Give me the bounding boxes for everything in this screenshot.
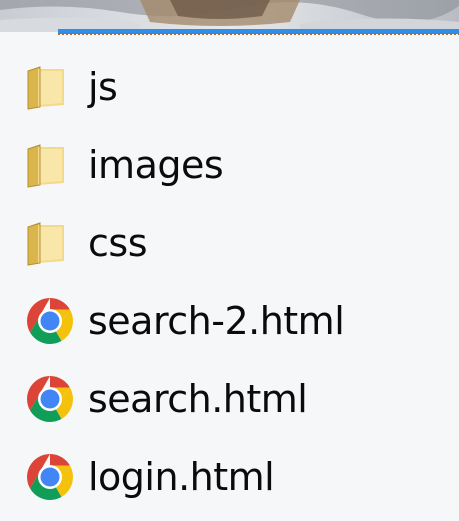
chrome-icon (22, 371, 78, 427)
chrome-icon (22, 293, 78, 349)
folder-icon (22, 215, 78, 271)
chrome-icon (22, 449, 78, 505)
file-name: search-2.html (88, 299, 345, 343)
file-item-images[interactable]: images (0, 126, 459, 204)
file-name: login.html (88, 455, 275, 499)
file-item-css[interactable]: css (0, 204, 459, 282)
file-name: js (88, 65, 118, 109)
file-name: css (88, 221, 148, 265)
file-list: js images css search-2.html search.html … (0, 48, 459, 516)
folder-icon (22, 59, 78, 115)
file-item-js[interactable]: js (0, 48, 459, 126)
file-name: images (88, 143, 224, 187)
file-explorer-pane: js images css search-2.html search.html … (0, 0, 459, 521)
file-item-search-2-html[interactable]: search-2.html (0, 282, 459, 360)
dotted-divider (58, 33, 459, 35)
banner-image (0, 0, 459, 32)
file-name: search.html (88, 377, 308, 421)
file-item-login-html[interactable]: login.html (0, 438, 459, 516)
file-item-search-html[interactable]: search.html (0, 360, 459, 438)
folder-icon (22, 137, 78, 193)
